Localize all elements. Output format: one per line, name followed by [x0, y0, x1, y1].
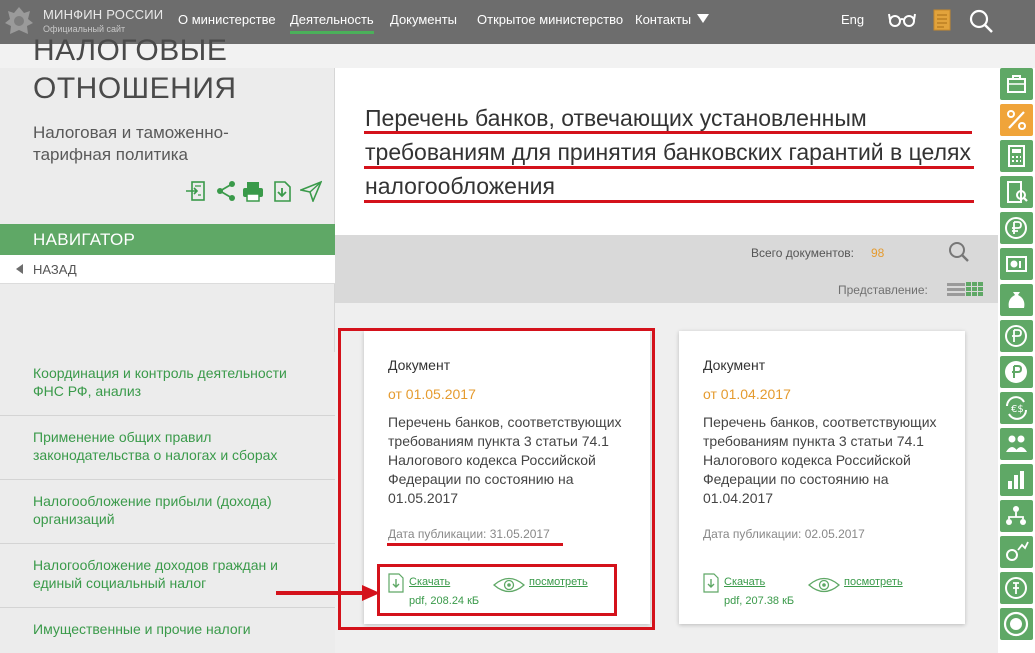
send-icon[interactable] [300, 180, 322, 202]
ruble-sign-icon[interactable] [1000, 572, 1033, 604]
list-view-icon[interactable] [946, 281, 966, 297]
eye-icon[interactable] [808, 576, 840, 594]
language-switch[interactable]: Eng [841, 12, 864, 27]
calculator-icon[interactable] [1000, 140, 1033, 172]
globe-ruble-icon[interactable] [1000, 212, 1033, 244]
annotation-underline [364, 200, 974, 203]
download-icon[interactable] [703, 573, 719, 593]
svg-text:€$: €$ [1011, 404, 1024, 415]
view-label: Представление: [838, 283, 928, 297]
euro-exchange-icon[interactable]: €$ [1000, 392, 1033, 424]
annotation-underline [387, 543, 563, 546]
document-description[interactable]: Перечень банков, соответствующих требова… [703, 413, 953, 508]
sidebar-item-label: Применение общих правил законодательства… [33, 429, 278, 463]
sidebar-item[interactable]: Координация и контроль деятельности ФНС … [0, 352, 335, 416]
grid-view-icon[interactable] [966, 281, 984, 297]
nav-about[interactable]: О министерстве [178, 12, 276, 27]
export-icon[interactable] [185, 180, 207, 202]
print-icon[interactable] [242, 180, 264, 202]
sidebar-item[interactable]: Налогообложение прибыли (дохода) организ… [0, 480, 335, 544]
ruble-circle-icon[interactable] [1000, 356, 1033, 388]
coin-card-icon[interactable] [1000, 248, 1033, 280]
brand-name[interactable]: МИНФИН РОССИИ [43, 7, 163, 22]
file-meta: pdf, 207.38 кБ [724, 595, 795, 607]
document-card[interactable]: Документ от 01.04.2017 Перечень банков, … [679, 331, 965, 624]
search-icon[interactable] [948, 241, 970, 263]
sidebar-item-label: Налогообложение прибыли (дохода) организ… [33, 493, 272, 527]
annotation-underline [364, 166, 974, 169]
share-icon[interactable] [215, 180, 237, 202]
report-search-icon[interactable] [1000, 176, 1033, 208]
document-type: Документ [703, 357, 766, 373]
publication-date: Дата публикации: 02.05.2017 [703, 527, 865, 541]
sidebar-item[interactable]: Применение общих правил законодательства… [0, 416, 335, 480]
chevron-left-icon [16, 264, 23, 274]
nav-contacts[interactable]: Контакты [635, 12, 691, 27]
sidebar-item-label: Координация и контроль деятельности ФНС … [33, 365, 287, 399]
document-icon[interactable] [933, 9, 951, 31]
view-link[interactable]: посмотреть [844, 576, 903, 588]
page-title: Перечень банков, отвечающих установленны… [365, 105, 971, 199]
nav-documents[interactable]: Документы [390, 12, 457, 27]
total-documents-label: Всего документов: [751, 246, 855, 260]
download-icon[interactable] [271, 180, 293, 202]
chevron-down-icon[interactable] [697, 14, 709, 23]
download-link[interactable]: Скачать [724, 576, 765, 588]
sidebar-item[interactable]: Имущественные и прочие налоги [0, 608, 335, 653]
emblem-icon[interactable] [2, 4, 36, 40]
annotation-arrow-icon [276, 585, 380, 601]
money-bag-icon[interactable] [1000, 284, 1033, 316]
annotation-underline [364, 131, 972, 134]
section-title: НАЛОГОВЫЕ ОТНОШЕНИЯ [33, 34, 237, 105]
sidebar-item-label: Имущественные и прочие налоги [33, 621, 251, 637]
nav-open-ministry[interactable]: Открытое министерство [477, 12, 623, 27]
back-link[interactable]: НАЗАД [0, 255, 335, 284]
search-icon[interactable] [968, 8, 994, 34]
nav-activity[interactable]: Деятельность [290, 12, 374, 34]
briefcase-icon[interactable] [1000, 68, 1033, 100]
total-documents-count: 98 [871, 246, 885, 260]
annotation-download-highlight [377, 564, 617, 616]
section-subtitle: Налоговая и таможенно-тарифная политика [33, 123, 229, 164]
document-date: от 01.04.2017 [703, 386, 791, 402]
network-icon[interactable] [1000, 500, 1033, 532]
ruble-coin-icon[interactable] [1000, 320, 1033, 352]
back-label: НАЗАД [33, 262, 77, 277]
percent-icon[interactable] [1000, 104, 1033, 136]
coin-icon[interactable] [1000, 608, 1033, 640]
glasses-icon[interactable] [888, 10, 916, 30]
settings-chart-icon[interactable] [1000, 536, 1033, 568]
people-icon[interactable] [1000, 428, 1033, 460]
bar-chart-icon[interactable] [1000, 464, 1033, 496]
page: МИНФИН РОССИИ Официальный сайт О министе… [0, 0, 1035, 653]
navigator-header: НАВИГАТОР [0, 224, 335, 255]
